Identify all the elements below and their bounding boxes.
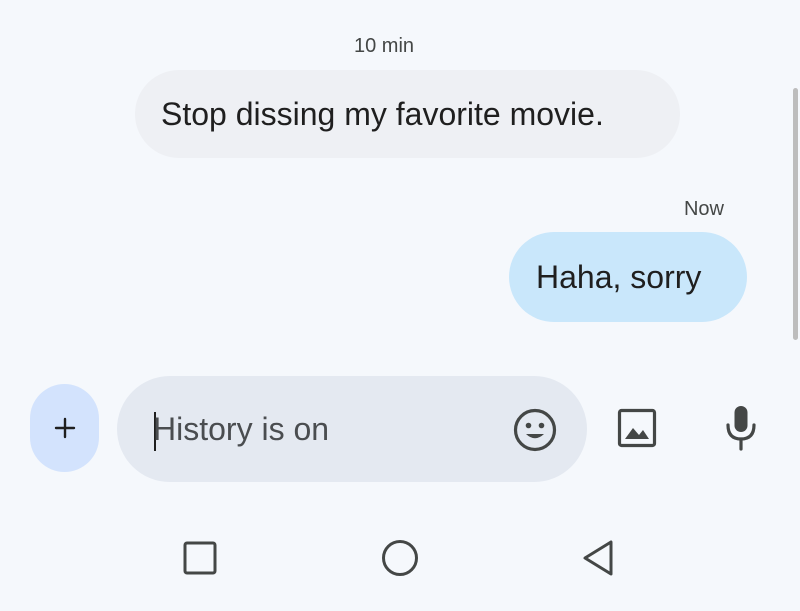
outgoing-message-bubble[interactable]: Haha, sorry	[509, 232, 747, 322]
recents-button[interactable]	[178, 536, 222, 580]
emoji-button[interactable]	[512, 407, 558, 453]
gallery-button[interactable]	[614, 405, 660, 451]
back-triangle-icon	[583, 540, 613, 576]
compose-field[interactable]	[117, 376, 587, 482]
home-circle-icon	[382, 540, 418, 576]
message-timestamp: Now	[683, 198, 724, 220]
incoming-message-bubble[interactable]: Stop dissing my favorite movie.	[135, 70, 680, 158]
emoji-icon	[513, 408, 557, 452]
image-icon	[617, 408, 657, 448]
home-button[interactable]	[378, 536, 422, 580]
voice-button[interactable]	[718, 403, 764, 453]
microphone-icon	[726, 406, 756, 451]
message-text: Stop dissing my favorite movie.	[161, 95, 604, 132]
back-button[interactable]	[576, 536, 620, 580]
message-timestamp: 10 min	[353, 35, 415, 57]
plus-icon	[54, 417, 75, 439]
attach-button[interactable]	[30, 384, 99, 472]
message-text: Haha, sorry	[536, 258, 702, 295]
message-input[interactable]	[153, 406, 493, 452]
scrollbar[interactable]	[793, 88, 798, 340]
recents-square-icon	[183, 541, 217, 575]
